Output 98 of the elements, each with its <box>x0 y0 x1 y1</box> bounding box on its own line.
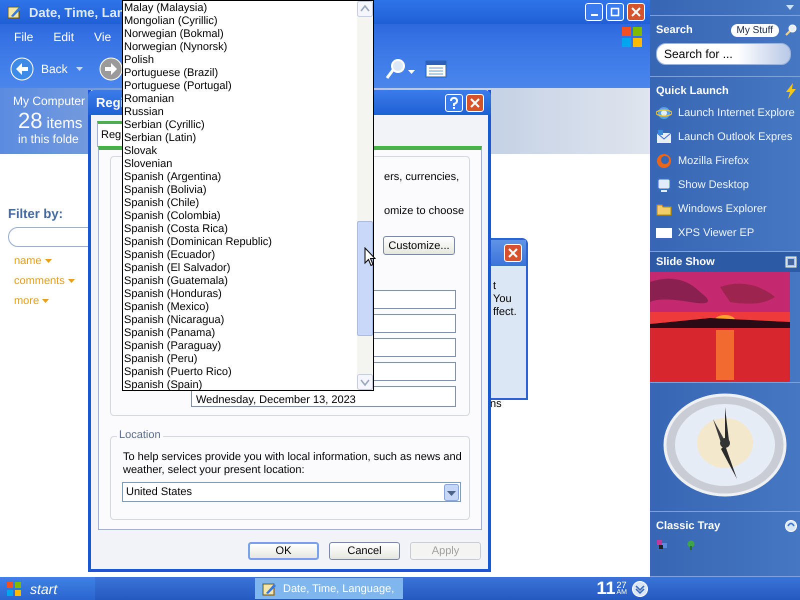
close-icon <box>631 7 641 17</box>
help-button[interactable] <box>445 94 463 112</box>
launch-item[interactable]: Show Desktop <box>656 173 797 197</box>
scroll-down-button[interactable] <box>357 374 373 390</box>
list-item[interactable]: Spanish (Chile) <box>123 197 357 210</box>
minimize-icon <box>590 14 598 16</box>
group-legend: Location <box>117 429 163 441</box>
scroll-thumb[interactable] <box>357 221 373 336</box>
list-item[interactable]: Spanish (Mexico) <box>123 301 357 314</box>
menu-item[interactable]: Vie <box>94 30 112 44</box>
search-field[interactable]: Search for ... <box>656 43 791 65</box>
close-icon <box>508 248 518 258</box>
scroll-up-button[interactable] <box>357 1 373 17</box>
list-item[interactable]: Romanian <box>123 93 357 106</box>
location-label: My Computer <box>13 94 86 108</box>
launch-item[interactable]: XPS Viewer EP <box>656 221 797 245</box>
message-text: t <box>493 280 498 293</box>
menu-item[interactable]: File <box>14 30 34 44</box>
list-item[interactable]: Portuguese (Portugal) <box>123 80 357 93</box>
maximize-button[interactable] <box>606 3 624 21</box>
list-item[interactable]: Spanish (Honduras) <box>123 288 357 301</box>
close-icon <box>470 98 480 108</box>
caret-icon <box>44 259 52 263</box>
views-icon[interactable] <box>424 60 447 78</box>
back-button[interactable]: Back <box>10 57 68 81</box>
forward-button[interactable] <box>98 57 123 81</box>
description-text: omize to choose <box>384 205 464 217</box>
chevron-icon[interactable] <box>632 580 648 596</box>
list-item[interactable]: Spanish (Costa Rica) <box>123 223 357 236</box>
list-item[interactable]: Spanish (Panama) <box>123 327 357 340</box>
list-item[interactable]: Spanish (Peru) <box>123 353 357 366</box>
section-title: Quick Launch <box>656 85 730 97</box>
page-icon <box>656 227 672 239</box>
menu-item[interactable]: Edit <box>53 30 74 44</box>
message-text: ffect. <box>493 306 518 319</box>
launch-item[interactable]: Mozilla Firefox <box>656 149 797 173</box>
list-item[interactable]: Slovenian <box>123 158 357 171</box>
dialog-button[interactable]: OK <box>248 542 319 560</box>
list-item[interactable]: Spanish (Guatemala) <box>123 275 357 288</box>
caret-icon <box>42 299 50 303</box>
list-item[interactable]: Spanish (Puerto Rico) <box>123 366 357 379</box>
clock-hour: 11 <box>596 578 616 599</box>
list-item[interactable]: Spanish (Argentina) <box>123 171 357 184</box>
launch-item[interactable]: Launch Outlook Expres <box>656 125 797 149</box>
flag-icon <box>621 26 643 48</box>
close-button[interactable] <box>466 94 484 112</box>
caret-icon[interactable] <box>76 67 83 71</box>
list-item[interactable]: Spanish (Dominican Republic) <box>123 236 357 249</box>
list-item[interactable]: Spanish (Colombia) <box>123 210 357 223</box>
tab[interactable]: Reg <box>97 121 122 147</box>
location-dropdown[interactable]: United States <box>122 482 461 502</box>
customize-button[interactable]: Customize... <box>383 236 455 255</box>
message-text: You <box>493 293 513 306</box>
section-title: Slide Show <box>656 256 716 268</box>
envelope-icon <box>656 129 672 145</box>
clock-minute: 27 <box>616 580 627 588</box>
list-item[interactable]: Spanish (Nicaragua) <box>123 314 357 327</box>
filter-label: Filter by: <box>8 206 63 221</box>
close-button[interactable] <box>627 3 645 21</box>
list-item[interactable]: Spanish (Bolivia) <box>123 184 357 197</box>
caret-icon[interactable] <box>786 5 794 10</box>
location-description: To help services provide you with local information, such as news and weather, select your present location: <box>123 451 463 477</box>
list-item[interactable]: Norwegian (Bokmal) <box>123 28 357 41</box>
caret-icon[interactable] <box>408 70 415 74</box>
list-item[interactable]: Serbian (Latin) <box>123 132 357 145</box>
minimize-button[interactable] <box>585 3 603 21</box>
list-item[interactable]: Polish <box>123 54 357 67</box>
list-item[interactable]: Serbian (Cyrillic) <box>123 119 357 132</box>
search-icon[interactable] <box>386 58 406 80</box>
list-item[interactable]: Mongolian (Cyrillic) <box>123 15 357 28</box>
partial-text: ns <box>490 398 502 410</box>
count-label: items <box>46 115 82 132</box>
section-title: Classic Tray <box>656 520 722 532</box>
list-item[interactable]: Malay (Malaysia) <box>123 2 357 15</box>
list-item[interactable]: Russian <box>123 106 357 119</box>
section-title: Search <box>656 24 694 36</box>
launch-item[interactable]: Windows Explorer <box>656 197 797 221</box>
my-stuff-button[interactable]: My Stuff <box>730 24 779 36</box>
dialog-button[interactable]: Cancel <box>329 542 400 560</box>
list-item[interactable]: Spanish (Ecuador) <box>123 249 357 262</box>
list-item[interactable]: Spanish (El Salvador) <box>123 262 357 275</box>
list-item[interactable]: Spanish (Paraguay) <box>123 340 357 353</box>
description-text: ers, currencies, <box>384 171 460 183</box>
item-count: 28 <box>18 110 42 132</box>
lightning-icon <box>785 83 797 99</box>
start-button[interactable]: start <box>0 577 95 600</box>
list-item[interactable]: Norwegian (Nynorsk) <box>123 41 357 54</box>
launch-item[interactable]: Launch Internet Explore <box>656 101 797 125</box>
folder-note: in this folde <box>18 132 79 146</box>
flag-icon <box>6 580 22 596</box>
caret-icon <box>68 279 75 283</box>
close-button[interactable] <box>504 244 522 262</box>
question-mark-icon <box>449 96 459 108</box>
search-icon[interactable] <box>785 24 797 36</box>
maximize-icon <box>610 7 620 17</box>
desktop-icon <box>656 177 672 193</box>
list-item[interactable]: Slovak <box>123 145 357 158</box>
list-item[interactable]: Portuguese (Brazil) <box>123 67 357 80</box>
